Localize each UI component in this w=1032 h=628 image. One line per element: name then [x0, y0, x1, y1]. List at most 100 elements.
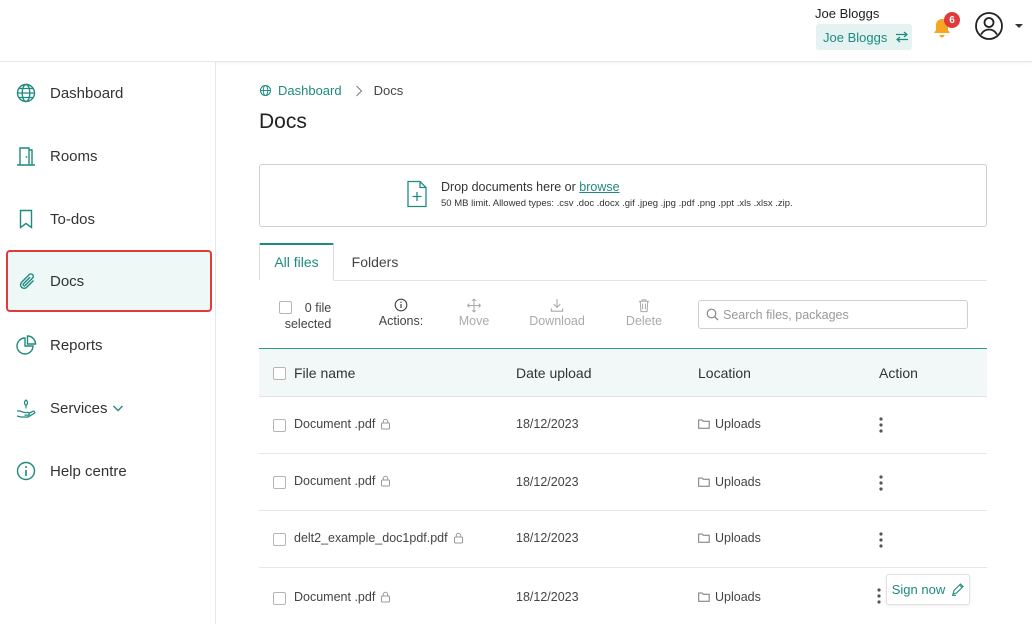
file-name-cell[interactable]: delt2_example_doc1pdf.pdf — [294, 531, 464, 545]
tab-folders[interactable]: Folders — [341, 243, 409, 281]
bookmark-icon — [19, 209, 33, 229]
breadcrumb-current: Docs — [373, 83, 404, 98]
sidebar-item-label: Help centre — [50, 462, 127, 480]
chevron-down-icon — [113, 405, 123, 412]
location-cell: Uploads — [698, 590, 761, 604]
selection-count: 0 file selected — [278, 300, 338, 332]
column-date-upload[interactable]: Date upload — [516, 365, 592, 381]
move-button[interactable]: Move — [456, 298, 492, 328]
lock-icon — [453, 532, 463, 544]
sidebar-item-help-centre[interactable]: Help centre — [0, 440, 216, 502]
paperclip-icon — [19, 273, 34, 290]
lock-icon — [381, 475, 391, 487]
file-name-cell[interactable]: Document .pdf — [294, 417, 391, 431]
table-row[interactable]: Document .pdf 18/12/2023 Uploads Sign no… — [259, 568, 987, 628]
hand-icon — [16, 399, 36, 418]
file-name: delt2_example_doc1pdf.pdf — [294, 531, 448, 545]
sidebar-item-docs[interactable]: Docs — [6, 250, 212, 312]
sidebar-item-label: Services — [50, 399, 108, 417]
sidebar-item-label: Dashboard — [50, 84, 124, 102]
pen-icon — [952, 583, 965, 596]
row-checkbox[interactable] — [273, 592, 286, 605]
sidebar: Dashboard Rooms To-dos Docs Reports Serv… — [0, 62, 216, 624]
pie-chart-icon — [16, 335, 37, 355]
sidebar-item-dashboard[interactable]: Dashboard — [0, 62, 216, 124]
dropzone-limits: 50 MB limit. Allowed types: .csv .doc .d… — [441, 198, 793, 209]
selection-count-line2: selected — [284, 317, 332, 331]
notification-badge: 6 — [944, 12, 960, 28]
sidebar-item-to-dos[interactable]: To-dos — [0, 188, 216, 250]
tab-all-files[interactable]: All files — [259, 243, 334, 281]
more-options-icon[interactable] — [877, 474, 885, 492]
sidebar-item-services[interactable]: Services — [0, 377, 216, 439]
breadcrumb: Dashboard Docs — [259, 83, 403, 98]
door-icon — [17, 147, 35, 166]
breadcrumb-home-label: Dashboard — [278, 83, 342, 98]
more-options-icon[interactable] — [875, 587, 883, 605]
more-options-icon[interactable] — [877, 416, 885, 434]
sidebar-item-label: Rooms — [50, 147, 98, 165]
column-file-name[interactable]: File name — [294, 365, 355, 381]
sidebar-item-rooms[interactable]: Rooms — [0, 125, 216, 187]
row-checkbox[interactable] — [273, 476, 286, 489]
swap-icon — [896, 31, 909, 43]
file-name-cell[interactable]: Document .pdf — [294, 474, 391, 488]
location-cell: Uploads — [698, 531, 761, 545]
row-checkbox[interactable] — [273, 419, 286, 432]
chevron-right-icon — [355, 85, 362, 96]
folder-icon — [698, 477, 710, 487]
location-name: Uploads — [715, 531, 761, 545]
date-cell: 18/12/2023 — [516, 417, 579, 431]
date-cell: 18/12/2023 — [516, 590, 579, 604]
folder-icon — [698, 533, 710, 543]
sidebar-item-reports[interactable]: Reports — [0, 314, 216, 376]
table-row[interactable]: delt2_example_doc1pdf.pdf 18/12/2023 Upl… — [259, 511, 987, 568]
table-row[interactable]: Document .pdf 18/12/2023 Uploads — [259, 454, 987, 511]
selection-count-line1: 0 file — [304, 301, 332, 315]
user-name: Joe Bloggs — [815, 6, 880, 21]
row-checkbox[interactable] — [273, 533, 286, 546]
lock-icon — [381, 591, 391, 603]
location-cell: Uploads — [698, 475, 761, 489]
search-icon — [706, 308, 719, 321]
file-name-cell[interactable]: Document .pdf — [294, 590, 391, 604]
table-row[interactable]: Document .pdf 18/12/2023 Uploads — [259, 397, 987, 454]
info-icon — [16, 461, 36, 481]
download-icon — [550, 298, 564, 312]
dropzone-instructions: Drop documents here or browse — [441, 180, 620, 194]
download-button[interactable]: Download — [525, 298, 589, 328]
download-label: Download — [529, 314, 585, 328]
file-dropzone[interactable]: Drop documents here or browse 50 MB limi… — [259, 164, 987, 227]
account-switch-button[interactable]: Joe Bloggs — [816, 24, 912, 50]
header-select-checkbox[interactable] — [273, 367, 286, 380]
column-action: Action — [879, 365, 918, 381]
date-cell: 18/12/2023 — [516, 475, 579, 489]
sign-now-label: Sign now — [891, 582, 946, 597]
delete-button[interactable]: Delete — [623, 298, 665, 328]
location-name: Uploads — [715, 417, 761, 431]
search-input[interactable] — [723, 307, 963, 322]
folder-icon — [698, 592, 710, 602]
sign-now-button[interactable]: Sign now — [886, 574, 970, 605]
file-add-icon — [407, 180, 427, 208]
caret-down-icon[interactable] — [1014, 22, 1024, 30]
more-options-icon[interactable] — [877, 531, 885, 549]
location-cell: Uploads — [698, 417, 761, 431]
info-icon — [394, 298, 408, 312]
user-avatar-icon[interactable] — [974, 11, 1004, 41]
file-name: Document .pdf — [294, 474, 376, 488]
file-name: Document .pdf — [294, 590, 376, 604]
lock-icon — [381, 418, 391, 430]
browse-link[interactable]: browse — [579, 180, 619, 194]
breadcrumb-home-link[interactable]: Dashboard — [259, 83, 342, 98]
column-location[interactable]: Location — [698, 365, 751, 381]
folder-icon — [698, 419, 710, 429]
file-name: Document .pdf — [294, 417, 376, 431]
top-bar: Joe Bloggs Joe Bloggs 6 — [0, 0, 1032, 62]
move-label: Move — [458, 314, 490, 328]
delete-label: Delete — [625, 314, 663, 328]
globe-icon — [259, 84, 272, 97]
sidebar-item-label: Reports — [50, 336, 103, 354]
page-title: Docs — [259, 110, 307, 133]
actions-label: Actions: — [378, 314, 424, 328]
